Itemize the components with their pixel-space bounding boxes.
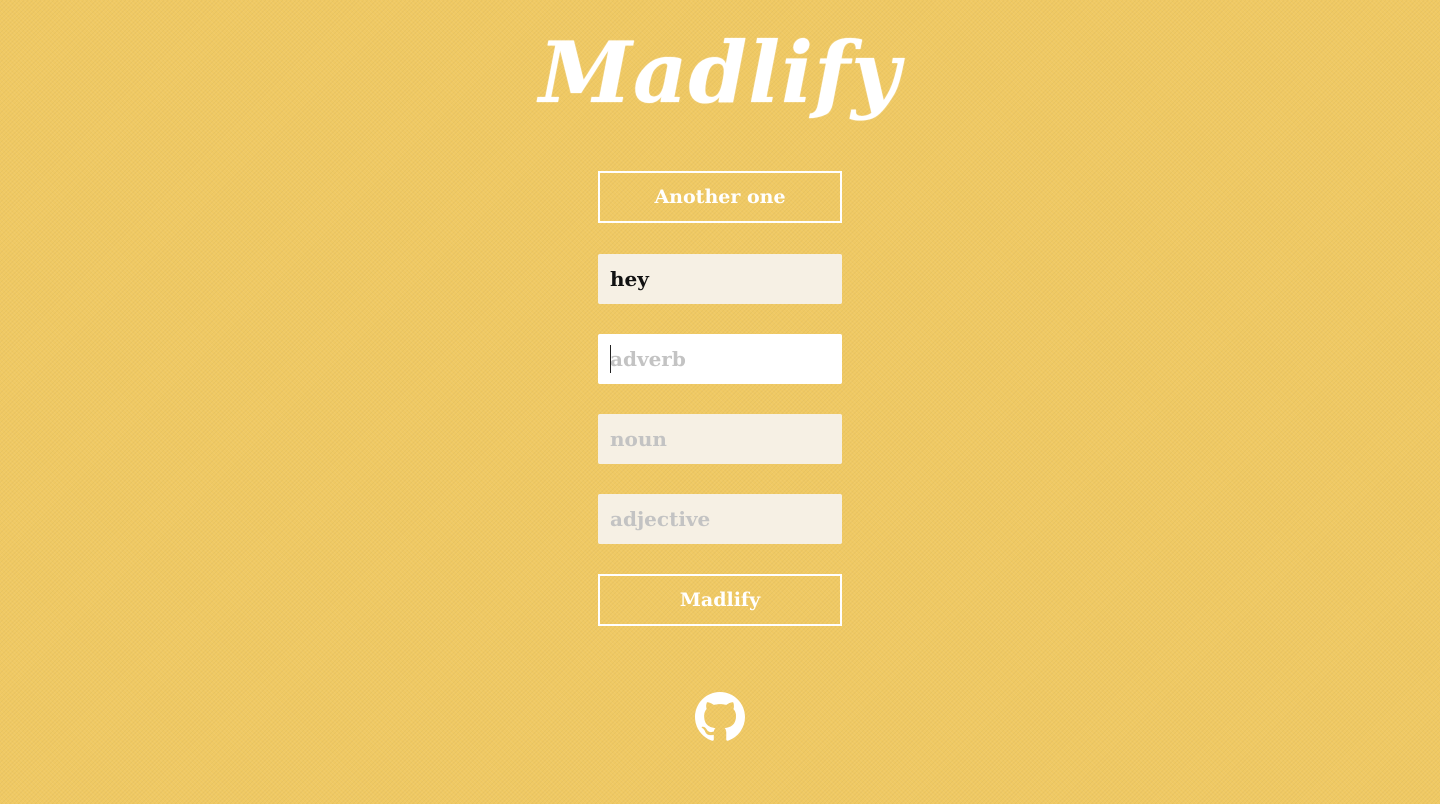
madlify-button[interactable]: Madlify — [598, 574, 842, 626]
adverb-input[interactable] — [598, 334, 842, 384]
app-logo: Madlify — [539, 23, 901, 122]
noun-input[interactable] — [598, 414, 842, 464]
another-one-button[interactable]: Another one — [598, 171, 842, 223]
github-icon[interactable] — [695, 692, 745, 742]
adjective-input[interactable] — [598, 494, 842, 544]
text-caret — [610, 345, 611, 373]
word-input-1[interactable] — [598, 254, 842, 304]
